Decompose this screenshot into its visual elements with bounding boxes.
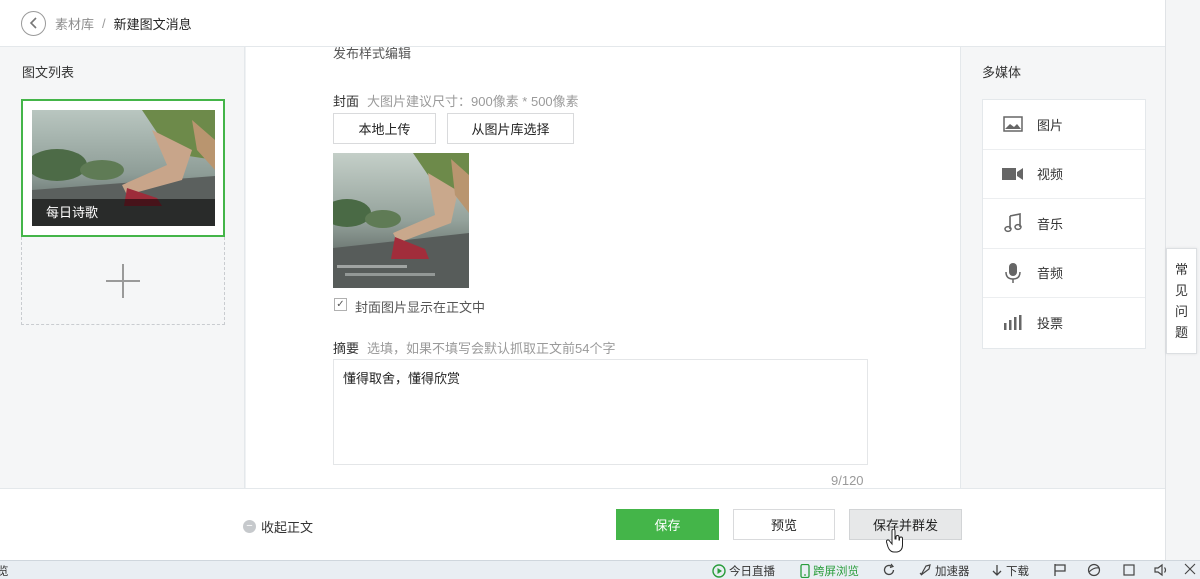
editor-section-title: 发布样式编辑 [333,47,412,61]
local-upload-button[interactable]: 本地上传 [333,113,436,144]
refresh-icon [883,563,895,576]
cover-label: 封面 [333,94,360,109]
collapse-body-button[interactable]: − 收起正文 [243,517,313,536]
media-item-vote[interactable]: 投票 [983,298,1145,348]
chevron-left-icon [29,17,37,29]
status-volume-button[interactable] [1154,563,1173,577]
music-icon [1002,213,1024,233]
status-item-label: 加速器 [935,566,970,578]
article-caption: 每日诗歌 [32,199,215,226]
show-cover-in-body-label: 封面图片显示在正文中 [355,300,486,315]
browser-status-bar: 览 今日直播 跨屏浏览 加速器 下载 [0,560,1200,579]
media-item-music[interactable]: 音乐 [983,199,1145,249]
article-thumbnail: 每日诗歌 [32,110,215,226]
window-icon [1123,564,1135,576]
status-refresh-button[interactable] [882,563,899,577]
bottom-action-bar: − 收起正文 保存 预览 保存并群发 [0,488,1165,560]
multimedia-list: 图片 视频 音乐 音频 投票 [982,99,1146,349]
status-item-label: 下载 [1006,566,1029,578]
media-item-label: 视频 [1037,167,1064,183]
breadcrumb-separator: / [102,15,106,31]
media-item-image[interactable]: 图片 [983,100,1145,150]
status-cross-screen-button[interactable]: 跨屏浏览 [800,563,859,579]
media-item-label: 图片 [1037,117,1064,133]
article-list-panel: 图文列表 每日诗歌 [0,47,245,488]
multimedia-title: 多媒体 [982,65,1022,80]
media-item-label: 投票 [1037,316,1064,332]
volume-icon [1154,563,1167,577]
status-item-label: 跨屏浏览 [813,566,859,578]
media-item-label: 音频 [1037,266,1064,282]
status-accelerator-button[interactable]: 加速器 [918,563,970,579]
status-download-button[interactable]: 下载 [991,563,1029,579]
plus-icon [106,263,140,298]
status-flag-button[interactable] [1053,563,1070,577]
save-and-publish-button[interactable]: 保存并群发 [849,509,962,540]
status-window-button[interactable] [1122,563,1139,577]
back-button[interactable] [21,10,46,36]
play-circle-icon [712,564,726,578]
microphone-icon [1002,262,1024,284]
preview-button[interactable]: 预览 [733,509,835,540]
article-card[interactable]: 每日诗歌 [21,99,225,237]
choose-from-library-button[interactable]: 从图片库选择 [447,113,574,144]
multimedia-panel: 多媒体 图片 视频 音乐 音频 投票 [960,47,1165,488]
summary-label: 摘要 [333,341,360,356]
status-expand-button[interactable] [1184,563,1199,577]
vote-chart-icon [1002,314,1024,331]
breadcrumb: 素材库 / 新建图文消息 [0,0,1165,47]
breadcrumb-parent-link[interactable]: 素材库 [55,14,94,33]
hand-cursor-icon [886,529,903,553]
rocket-icon [919,564,931,576]
browser-icon [1087,563,1101,577]
media-item-video[interactable]: 视频 [983,150,1145,199]
media-item-audio[interactable]: 音频 [983,249,1145,298]
summary-hint: 选填，如果不填写会默认抓取正文前54个字 [367,341,616,356]
article-editor: 发布样式编辑 封面 大图片建议尺寸：900像素 * 500像素 本地上传 从图片… [246,47,960,488]
status-live-button[interactable]: 今日直播 [712,563,775,579]
save-button[interactable]: 保存 [616,509,719,540]
status-browser-button[interactable] [1087,563,1104,577]
show-cover-in-body-checkbox[interactable]: ✓ [334,298,347,311]
media-item-label: 音乐 [1037,216,1064,232]
summary-char-count: 9/120 [831,473,864,488]
collapse-circle-icon: − [243,520,256,533]
image-icon [1002,116,1024,132]
cover-size-hint: 大图片建议尺寸：900像素 * 500像素 [367,94,579,109]
status-item-label: 今日直播 [729,566,775,578]
cover-image-preview [333,153,469,288]
video-icon [1002,167,1024,181]
summary-textarea[interactable]: 懂得取舍，懂得欣赏 [333,359,868,465]
download-icon [992,565,1002,576]
expand-icon [1184,563,1196,575]
faq-tab-label: 常见问题 [1174,262,1188,340]
flag-icon [1054,564,1066,576]
page-title: 新建图文消息 [113,16,192,32]
faq-tab[interactable]: 常见问题 [1166,248,1197,354]
add-article-button[interactable] [21,237,225,325]
status-left-fragment: 览 [0,566,9,578]
collapse-body-label: 收起正文 [261,520,314,535]
article-list-title: 图文列表 [22,65,75,80]
phone-icon [800,564,810,578]
